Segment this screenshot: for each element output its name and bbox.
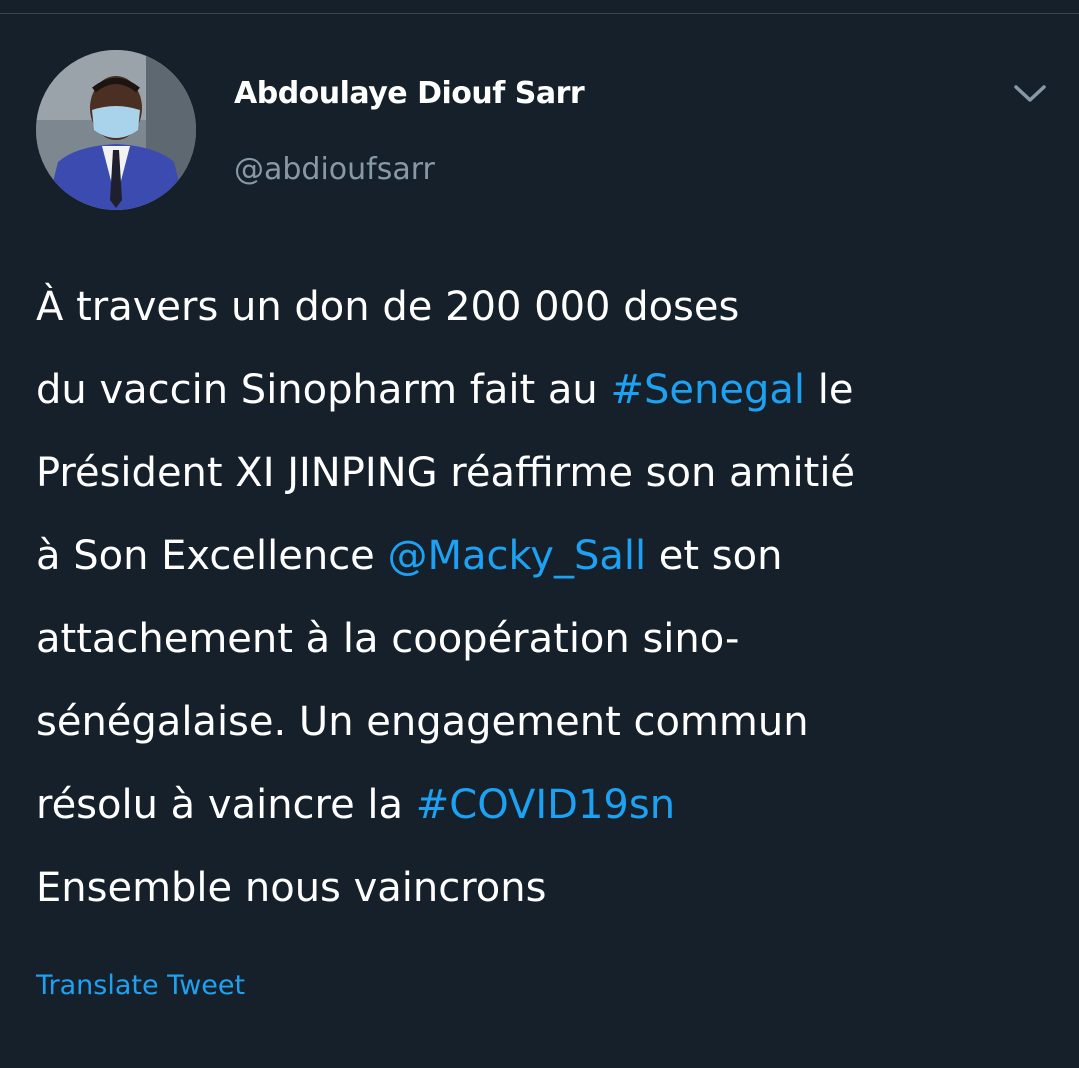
tweet-text-segment: du vaccin Sinopharm fait au xyxy=(36,367,611,413)
mention-link[interactable]: @Macky_Sall xyxy=(388,533,647,579)
avatar-photo xyxy=(36,50,196,210)
tweet-text-line: attachement à la coopération sino- xyxy=(36,598,1046,681)
tweet-text-segment: attachement à la coopération sino- xyxy=(36,616,740,662)
tweet-text-segment: Président XI JINPING réaffirme son amiti… xyxy=(36,450,856,496)
avatar[interactable] xyxy=(36,50,196,210)
tweet-text-segment: sénégalaise. Un engagement commun xyxy=(36,699,809,745)
tweet-text-line: À travers un don de 200 000 doses xyxy=(36,266,1046,349)
hashtag-link[interactable]: #COVID19sn xyxy=(416,782,675,828)
tweet-text-segment: À travers un don de 200 000 doses xyxy=(36,284,740,330)
hashtag-link[interactable]: #Senegal xyxy=(611,367,806,413)
tweet-text-segment: Ensemble nous vaincrons xyxy=(36,865,547,911)
tweet-text-segment: le xyxy=(805,367,854,413)
chevron-down-icon[interactable] xyxy=(1010,78,1050,108)
tweet-text-line: à Son Excellence @Macky_Sall et son xyxy=(36,515,1046,598)
tweet-text-line: Président XI JINPING réaffirme son amiti… xyxy=(36,432,1046,515)
tweet-text-line: sénégalaise. Un engagement commun xyxy=(36,681,1046,764)
tweet-text-line: du vaccin Sinopharm fait au #Senegal le xyxy=(36,349,1046,432)
tweet-text-segment: résolu à vaincre la xyxy=(36,782,416,828)
tweet-text-segment: et son xyxy=(646,533,783,579)
tweet-text: À travers un don de 200 000 doses du vacc… xyxy=(36,266,1046,930)
translate-tweet-link[interactable]: Translate Tweet xyxy=(36,970,245,1001)
tweet-text-line: résolu à vaincre la #COVID19sn xyxy=(36,764,1046,847)
top-divider xyxy=(0,0,1079,14)
tweet-text-line: Ensemble nous vaincrons xyxy=(36,847,1046,930)
tweet-text-segment: à Son Excellence xyxy=(36,533,388,579)
author-handle[interactable]: @abdioufsarr xyxy=(234,152,435,187)
author-name[interactable]: Abdoulaye Diouf Sarr xyxy=(234,76,585,111)
